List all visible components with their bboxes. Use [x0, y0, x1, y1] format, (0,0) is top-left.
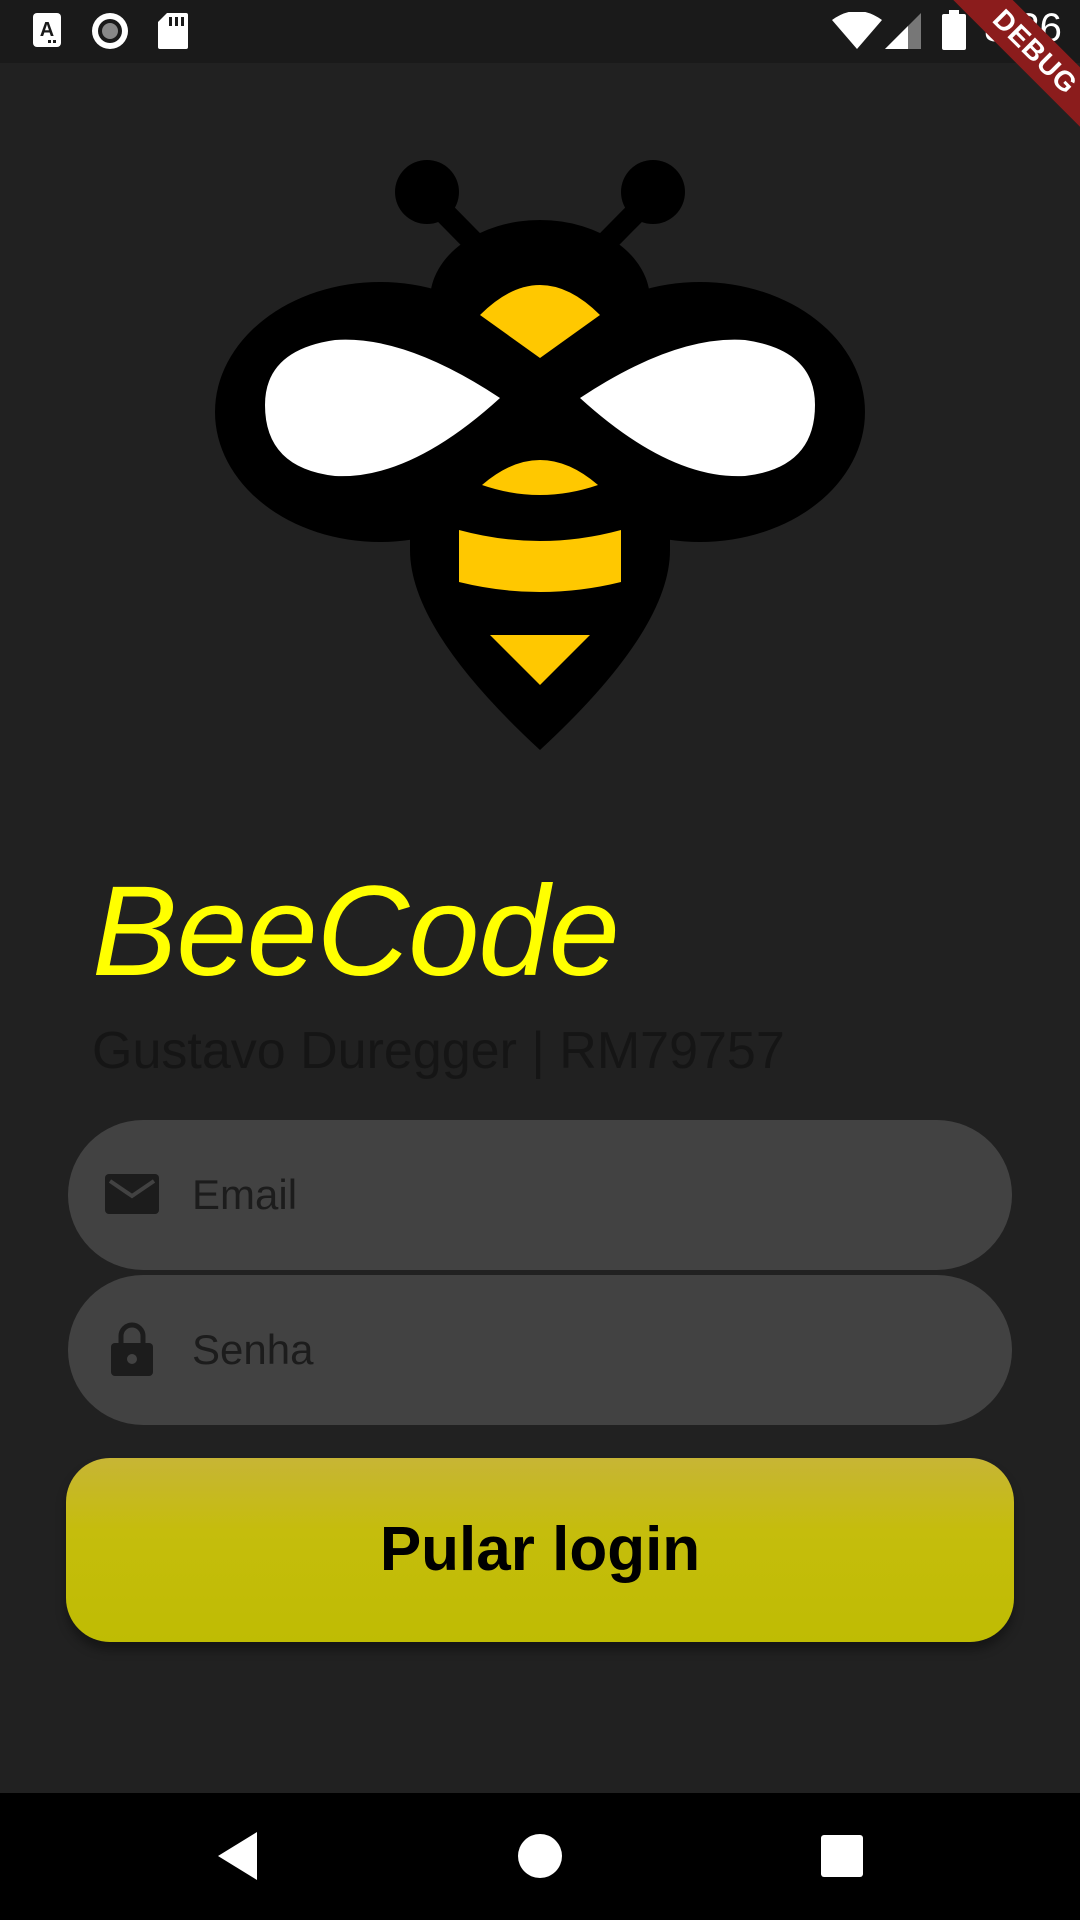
password-field[interactable]	[68, 1275, 1012, 1425]
sd-card-icon	[158, 13, 188, 49]
navigation-bar	[0, 1793, 1080, 1920]
app-subtitle: Gustavo Duregger | RM79757	[92, 1022, 785, 1080]
wifi-icon	[832, 12, 882, 49]
mail-icon	[105, 1174, 159, 1214]
skip-login-button[interactable]: Pular login	[66, 1458, 1014, 1642]
svg-text:A: A	[40, 19, 54, 41]
font-a-icon: A	[33, 13, 61, 47]
home-icon[interactable]	[510, 1826, 570, 1886]
back-icon[interactable]	[210, 1826, 270, 1886]
skip-login-label: Pular login	[379, 1515, 701, 1584]
battery-icon	[942, 10, 966, 50]
login-screen: A 8:26 DEBUG	[0, 0, 1080, 1920]
email-field[interactable]	[68, 1120, 1012, 1270]
status-bar: A 8:26	[0, 0, 1080, 63]
app-title: BeeCode	[92, 860, 620, 1003]
email-input[interactable]	[192, 1120, 972, 1270]
lock-icon	[111, 1322, 153, 1376]
recents-icon[interactable]	[812, 1826, 872, 1886]
bee-icon	[215, 160, 865, 750]
record-icon	[92, 13, 128, 49]
signal-icon	[885, 13, 921, 49]
password-input[interactable]	[192, 1275, 972, 1425]
